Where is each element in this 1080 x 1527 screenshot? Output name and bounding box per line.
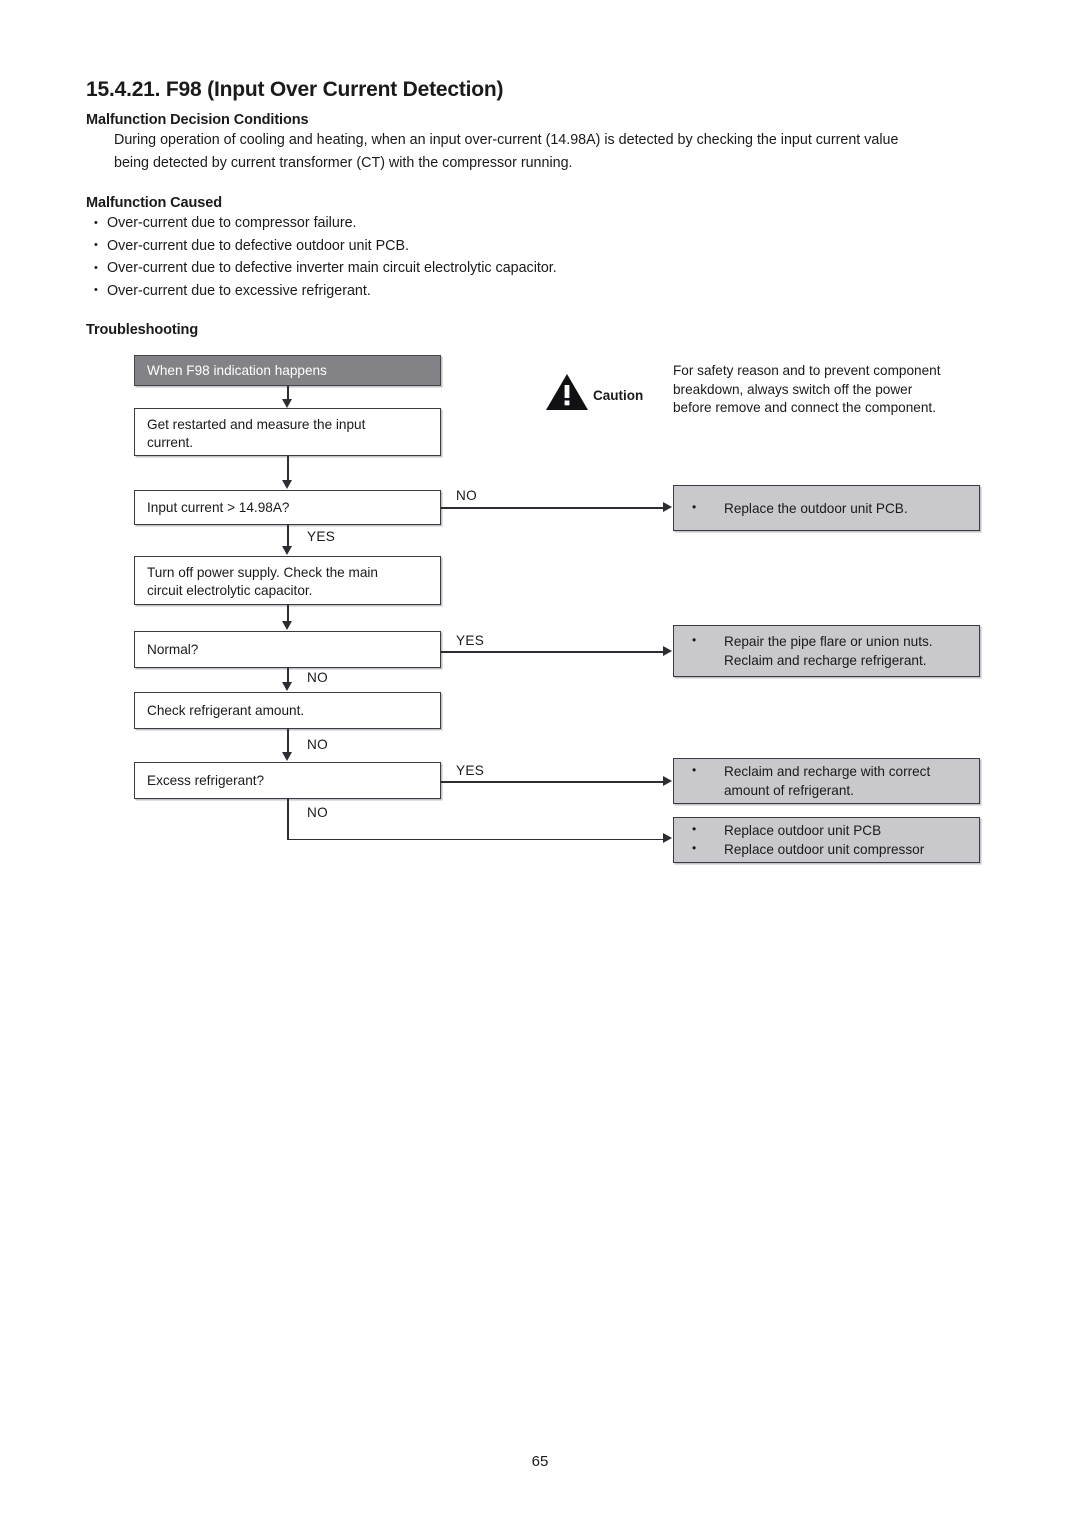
caution-line: before remove and connect the component.: [673, 400, 936, 415]
flow-arrow-down: [282, 399, 292, 408]
flow-connector: [287, 456, 289, 482]
flow-label-yes: YES: [456, 763, 485, 778]
caution-line: For safety reason and to prevent compone…: [673, 363, 941, 378]
flow-node-decision-input-current: Input current > 14.98A?: [134, 490, 441, 525]
flow-label-no: NO: [307, 737, 328, 752]
flow-node-line: Get restarted and measure the input: [147, 417, 366, 432]
flow-action-line: Reclaim and recharge refrigerant.: [724, 653, 927, 668]
flow-connector: [287, 668, 289, 683]
flow-label-yes: YES: [307, 529, 336, 544]
flow-action-line: Reclaim and recharge with correct: [674, 761, 979, 781]
flow-arrow-right: [663, 833, 672, 843]
flow-action-replace-pcb: Replace the outdoor unit PCB.: [673, 485, 980, 531]
flow-action-line: Replace outdoor unit PCB: [674, 820, 979, 840]
flow-connector: [441, 781, 665, 783]
flow-connector: [287, 729, 289, 753]
flow-label-no: NO: [456, 488, 477, 503]
flow-label-yes: YES: [456, 633, 485, 648]
flow-arrow-down: [282, 682, 292, 691]
flow-arrow-right: [663, 775, 672, 786]
flow-arrow-right: [663, 501, 672, 512]
flow-node-line: Turn off power supply. Check the main: [147, 565, 378, 580]
flow-node-check-refrigerant: Check refrigerant amount.: [134, 692, 441, 729]
flow-action-line: Repair the pipe flare or union nuts.: [674, 631, 979, 651]
page-number: 65: [531, 1453, 549, 1470]
flow-arrow-down: [282, 621, 292, 630]
caution-line: breakdown, always switch off the power: [673, 381, 913, 397]
flow-label-no: NO: [307, 670, 328, 685]
flow-arrow-right: [663, 645, 672, 656]
flow-action-line: Replace outdoor unit compressor: [674, 839, 979, 859]
flow-node-turn-off-power: Turn off power supply. Check the main ci…: [134, 556, 441, 605]
flow-connector: [441, 651, 665, 653]
flow-node-get-restarted: Get restarted and measure the input curr…: [134, 408, 441, 456]
flow-node-decision-normal: Normal?: [134, 631, 441, 668]
flow-connector: [287, 838, 665, 841]
flow-node-start: When F98 indication happens: [134, 355, 441, 386]
flow-node-line: circuit electrolytic capacitor.: [147, 583, 313, 598]
flow-connector: [441, 507, 665, 509]
flow-action-replace-pcb-compressor: Replace outdoor unit PCB Replace outdoor…: [673, 817, 980, 863]
flow-node-decision-excess-refrigerant: Excess refrigerant?: [134, 762, 441, 799]
warning-triangle-icon: [546, 374, 588, 410]
flow-action-line: amount of refrigerant.: [724, 783, 854, 798]
flow-arrow-down: [282, 480, 292, 489]
flow-connector: [287, 525, 289, 548]
caution-text: For safety reason and to prevent compone…: [673, 362, 993, 418]
caution-label: Caution: [593, 388, 644, 403]
flow-action-line: Replace the outdoor unit PCB.: [674, 498, 979, 518]
troubleshooting-flowchart: When F98 indication happens Get restarte…: [0, 0, 1080, 1527]
flow-arrow-down: [282, 752, 292, 761]
flow-label-no: NO: [307, 805, 328, 820]
flow-action-reclaim-recharge: Reclaim and recharge with correct amount…: [673, 758, 980, 804]
flow-arrow-down: [282, 546, 292, 555]
flow-action-repair-pipe: Repair the pipe flare or union nuts. Rec…: [673, 625, 980, 677]
flow-node-line: current.: [147, 435, 194, 450]
flow-connector: [287, 799, 289, 840]
